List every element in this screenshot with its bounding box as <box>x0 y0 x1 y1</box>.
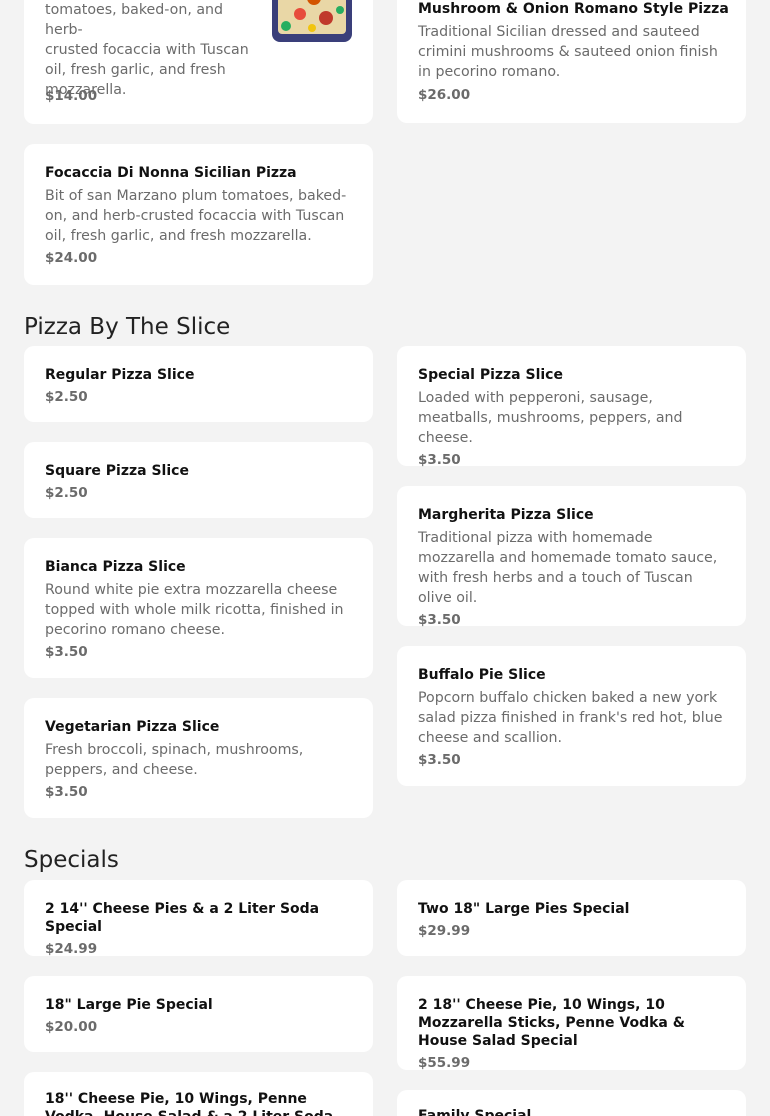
menu-item-description: Round white pie extra mozzarella cheese … <box>45 582 344 638</box>
menu-item-description: tomatoes, baked-on, and herb- crusted fo… <box>45 2 249 98</box>
menu-item-price: $2.50 <box>45 485 88 501</box>
menu-item-price: $29.99 <box>418 923 471 939</box>
menu-item-card[interactable]: Margherita Pizza Slice Traditional pizza… <box>397 486 746 628</box>
menu-item-name: Family Special <box>418 1108 532 1116</box>
menu-item-description: Bit of san Marzano plum tomatoes, baked-… <box>45 188 347 244</box>
menu-item-price: $3.50 <box>418 752 461 768</box>
section-title-specials: Specials <box>24 847 119 873</box>
menu-item-name: 18" Large Pie Special <box>45 997 213 1013</box>
menu-item-price: $20.00 <box>45 1019 98 1035</box>
section-title-pizza-by-the-slice: Pizza By The Slice <box>24 314 231 340</box>
menu-item-card[interactable]: 2 18'' Cheese Pie, 10 Wings, 10 Mozzarel… <box>397 976 746 1071</box>
menu-item-name: 18'' Cheese Pie, 10 Wings, Penne Vodka, … <box>45 1091 333 1116</box>
menu-item-price: $24.00 <box>45 250 98 266</box>
menu-page: tomatoes, baked-on, and herb- crusted fo… <box>0 0 770 1116</box>
menu-item-description: Popcorn buffalo chicken baked a new york… <box>418 690 723 746</box>
menu-item-card[interactable]: Focaccia Di Nonna Sicilian Pizza Bit of … <box>24 144 373 285</box>
menu-item-price: $3.50 <box>45 644 88 660</box>
menu-item-name: Vegetarian Pizza Slice <box>45 719 220 735</box>
menu-item-card[interactable]: Regular Pizza Slice $2.50 <box>24 346 373 422</box>
menu-item-card[interactable]: 18'' Cheese Pie, 10 Wings, Penne Vodka, … <box>24 1072 373 1116</box>
menu-item-card[interactable]: Bianca Pizza Slice Round white pie extra… <box>24 538 373 678</box>
menu-item-price: $24.99 <box>45 941 98 957</box>
menu-item-card[interactable]: Square Pizza Slice $2.50 <box>24 442 373 518</box>
menu-item-description: Traditional pizza with homemade mozzarel… <box>418 530 718 606</box>
menu-item-card[interactable]: tomatoes, baked-on, and herb- crusted fo… <box>24 0 373 124</box>
menu-item-name: Focaccia Di Nonna Sicilian Pizza <box>45 165 297 181</box>
menu-item-price: $26.00 <box>418 87 471 103</box>
pizza-thumbnail-image <box>272 0 352 42</box>
menu-item-description: Fresh broccoli, spinach, mushrooms, pepp… <box>45 742 304 778</box>
menu-item-name: Buffalo Pie Slice <box>418 667 546 683</box>
menu-item-card[interactable]: Vegetarian Pizza Slice Fresh broccoli, s… <box>24 698 373 818</box>
menu-item-name: Bianca Pizza Slice <box>45 559 186 575</box>
menu-item-card[interactable]: Mushroom & Onion Romano Style Pizza Trad… <box>397 0 746 123</box>
menu-item-name: Special Pizza Slice <box>418 367 563 383</box>
menu-item-price: $2.50 <box>45 389 88 405</box>
menu-item-price: $55.99 <box>418 1055 471 1071</box>
menu-item-price: $14.00 <box>45 88 98 104</box>
menu-item-name: Two 18" Large Pies Special <box>418 901 630 917</box>
menu-item-card[interactable]: Family Special <box>397 1090 746 1116</box>
menu-item-name: 2 18'' Cheese Pie, 10 Wings, 10 Mozzarel… <box>418 997 685 1049</box>
menu-item-name: 2 14'' Cheese Pies & a 2 Liter Soda Spec… <box>45 901 320 935</box>
menu-item-name: Mushroom & Onion Romano Style Pizza <box>418 1 729 17</box>
menu-item-name: Regular Pizza Slice <box>45 367 195 383</box>
menu-item-price: $3.50 <box>418 452 461 468</box>
menu-item-card[interactable]: Two 18" Large Pies Special $29.99 <box>397 880 746 956</box>
menu-item-name: Square Pizza Slice <box>45 463 189 479</box>
menu-item-description: Loaded with pepperoni, sausage, meatball… <box>418 390 683 446</box>
menu-item-card[interactable]: Special Pizza Slice Loaded with pepperon… <box>397 346 746 468</box>
menu-item-card[interactable]: Buffalo Pie Slice Popcorn buffalo chicke… <box>397 646 746 786</box>
menu-item-card[interactable]: 2 14'' Cheese Pies & a 2 Liter Soda Spec… <box>24 880 373 957</box>
menu-item-description: Traditional Sicilian dressed and sauteed… <box>418 24 718 80</box>
menu-item-price: $3.50 <box>45 784 88 800</box>
menu-item-price: $3.50 <box>418 612 461 628</box>
menu-item-name: Margherita Pizza Slice <box>418 507 594 523</box>
menu-item-card[interactable]: 18" Large Pie Special $20.00 <box>24 976 373 1052</box>
